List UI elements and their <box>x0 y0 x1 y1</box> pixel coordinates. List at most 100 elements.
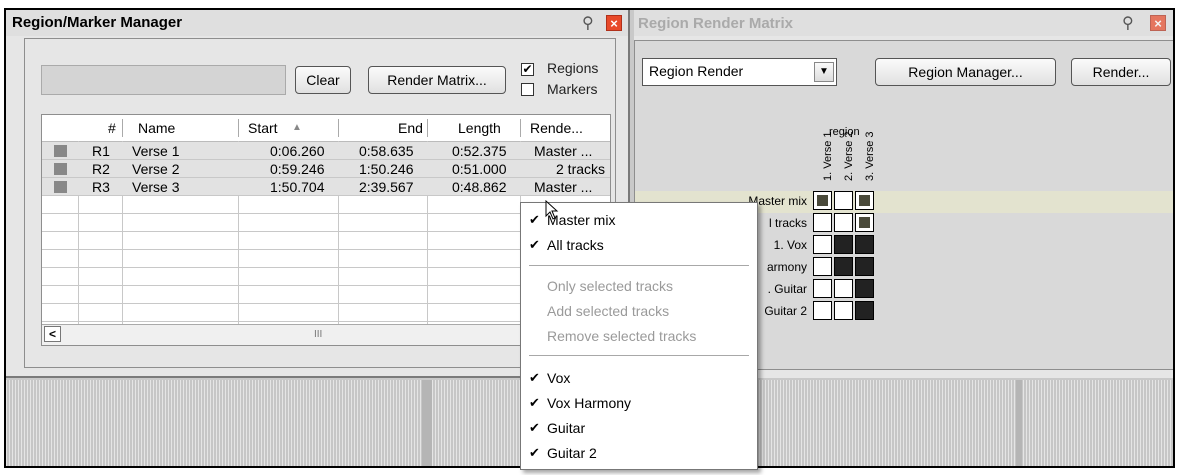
render-mode-select[interactable]: Region Render ▼ <box>642 58 837 86</box>
column-divider[interactable] <box>338 119 339 137</box>
table-header: # Name Start ▲ End Length Rende... <box>42 115 610 142</box>
matrix-cell[interactable] <box>855 191 874 210</box>
close-icon[interactable]: × <box>606 15 622 31</box>
matrix-cell[interactable] <box>855 257 874 276</box>
cell-render[interactable]: 2 tracks <box>556 161 605 177</box>
matrix-cell[interactable] <box>834 213 853 232</box>
col-header-number[interactable]: # <box>108 120 116 136</box>
cell-start[interactable]: 0:06.260 <box>270 143 325 159</box>
matrix-title: Region Render Matrix <box>638 15 794 32</box>
arrow-left-icon[interactable]: < <box>44 326 61 342</box>
col-header-name[interactable]: Name <box>138 120 175 136</box>
manager-titlebar[interactable]: Region/Marker Manager ⚲ × <box>6 10 628 36</box>
col-header-end[interactable]: End <box>398 120 423 136</box>
menu-item-label: Only selected tracks <box>547 278 674 294</box>
menu-item-vox-harmony[interactable]: ✔ Vox Harmony <box>521 392 757 416</box>
matrix-cell[interactable] <box>834 301 853 320</box>
matrix-cell[interactable] <box>813 279 832 298</box>
matrix-cell[interactable] <box>813 301 832 320</box>
cell-name[interactable]: Verse 3 <box>132 179 179 195</box>
cell-render[interactable]: Master ... <box>534 143 592 159</box>
matrix-cell[interactable] <box>855 235 874 254</box>
menu-separator <box>529 355 749 356</box>
matrix-cell[interactable] <box>813 235 832 254</box>
scroll-grip[interactable]: III <box>314 329 322 340</box>
region-color-swatch[interactable] <box>54 181 67 193</box>
pin-icon[interactable]: ⚲ <box>1122 13 1134 33</box>
region-color-swatch[interactable] <box>54 163 67 175</box>
checkmark-icon: ✔ <box>529 212 540 227</box>
column-divider[interactable] <box>610 119 611 137</box>
cell-name[interactable]: Verse 2 <box>132 161 179 177</box>
col-header-start[interactable]: Start <box>248 120 278 136</box>
table-row[interactable]: R1 Verse 1 0:06.260 0:58.635 0:52.375 Ma… <box>42 142 610 160</box>
region-manager-button[interactable]: Region Manager... <box>875 58 1056 86</box>
menu-item-add-selected-tracks: Add selected tracks <box>521 300 757 324</box>
cell-number: R2 <box>92 161 110 177</box>
pin-icon[interactable]: ⚲ <box>582 13 594 33</box>
column-divider[interactable] <box>238 119 239 137</box>
menu-item-all-tracks[interactable]: ✔ All tracks <box>521 234 757 258</box>
menu-item-vox[interactable]: ✔ Vox <box>521 367 757 391</box>
markers-checkbox[interactable] <box>521 83 534 96</box>
matrix-cell[interactable] <box>813 191 832 210</box>
menu-item-label: Add selected tracks <box>547 303 670 319</box>
cell-render[interactable]: Master ... <box>534 179 592 195</box>
menu-separator <box>529 265 749 266</box>
close-icon[interactable]: × <box>1150 15 1166 31</box>
cell-length[interactable]: 0:48.862 <box>452 179 507 195</box>
matrix-cell[interactable] <box>834 191 853 210</box>
checkmark-icon: ✔ <box>529 370 540 385</box>
cell-start[interactable]: 0:59.246 <box>270 161 325 177</box>
matrix-cell[interactable] <box>813 257 832 276</box>
sort-ascending-icon: ▲ <box>292 122 302 133</box>
cell-end[interactable]: 1:50.246 <box>359 161 414 177</box>
render-button[interactable]: Render... <box>1071 58 1171 86</box>
menu-item-label: All tracks <box>547 237 604 253</box>
matrix-cell[interactable] <box>855 301 874 320</box>
clear-button[interactable]: Clear <box>295 66 351 94</box>
regions-checkbox[interactable]: ✔ <box>521 63 534 76</box>
cell-name[interactable]: Verse 1 <box>132 143 179 159</box>
manager-title: Region/Marker Manager <box>12 14 183 31</box>
cell-number: R1 <box>92 143 110 159</box>
table-row[interactable]: R3 Verse 3 1:50.704 2:39.567 0:48.862 Ma… <box>42 178 610 196</box>
col-header-render[interactable]: Rende... <box>530 120 583 136</box>
matrix-cell[interactable] <box>855 213 874 232</box>
menu-item-guitar[interactable]: ✔ Guitar <box>521 417 757 441</box>
column-divider[interactable] <box>427 119 428 137</box>
chevron-down-icon[interactable]: ▼ <box>814 62 834 82</box>
checkmark-icon: ✔ <box>522 62 533 76</box>
menu-item-label: Guitar 2 <box>547 445 597 461</box>
matrix-cell[interactable] <box>834 279 853 298</box>
column-divider[interactable] <box>520 119 521 137</box>
filter-input[interactable] <box>41 65 286 95</box>
matrix-cell[interactable] <box>834 235 853 254</box>
column-header-verse-1: 1. Verse 1 <box>822 131 834 181</box>
col-header-length[interactable]: Length <box>458 120 501 136</box>
checkmark-icon: ✔ <box>529 395 540 410</box>
render-mode-value: Region Render <box>649 63 744 79</box>
menu-item-label: Remove selected tracks <box>547 328 697 344</box>
region-color-swatch[interactable] <box>54 145 67 157</box>
column-divider[interactable] <box>122 119 123 137</box>
cell-start[interactable]: 1:50.704 <box>270 179 325 195</box>
menu-item-guitar-2[interactable]: ✔ Guitar 2 <box>521 442 757 466</box>
regions-label: Regions <box>547 60 599 76</box>
matrix-cell[interactable] <box>834 257 853 276</box>
cell-end[interactable]: 2:39.567 <box>359 179 414 195</box>
mouse-cursor-icon <box>545 200 559 220</box>
track-divider <box>1016 380 1022 466</box>
matrix-cell[interactable] <box>855 279 874 298</box>
render-matrix-button[interactable]: Render Matrix... <box>368 66 506 94</box>
cell-length[interactable]: 0:52.375 <box>452 143 507 159</box>
cell-end[interactable]: 0:58.635 <box>359 143 414 159</box>
track-divider <box>422 380 432 466</box>
matrix-cell[interactable] <box>813 213 832 232</box>
checkmark-icon: ✔ <box>529 420 540 435</box>
matrix-titlebar[interactable]: Region Render Matrix ⚲ × <box>634 10 1173 36</box>
table-row[interactable]: R2 Verse 2 0:59.246 1:50.246 0:51.000 2 … <box>42 160 610 178</box>
markers-label: Markers <box>547 81 598 97</box>
cell-length[interactable]: 0:51.000 <box>452 161 507 177</box>
render-target-context-menu: ✔ Master mix ✔ All tracks Only selected … <box>520 202 758 470</box>
